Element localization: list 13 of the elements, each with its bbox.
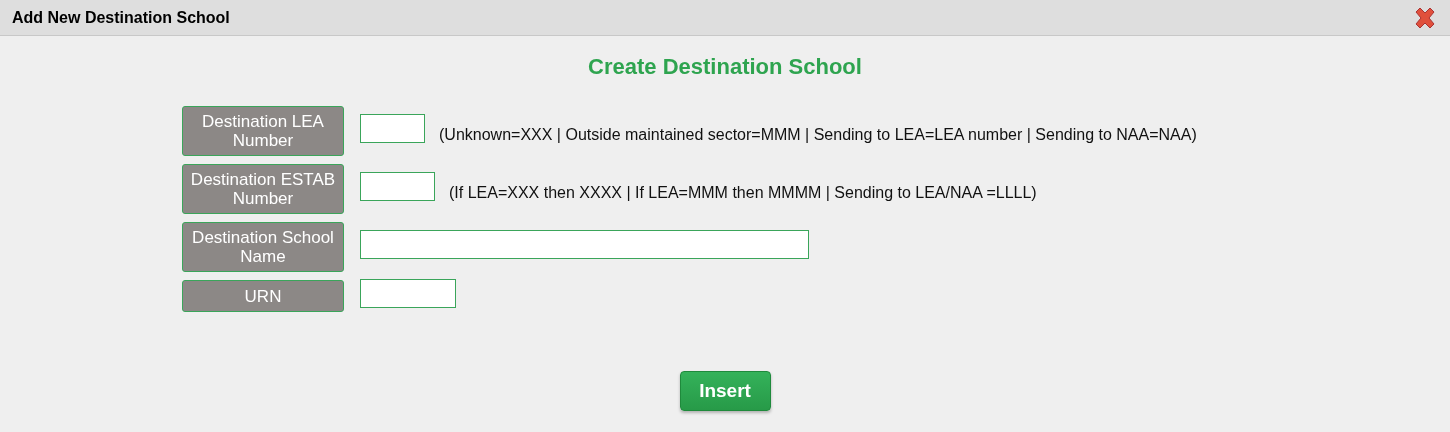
input-field[interactable] [360, 230, 809, 259]
field-label: Destination ESTAB Number [182, 164, 344, 214]
input-field[interactable] [360, 279, 456, 308]
field-label: Destination LEA Number [182, 106, 344, 156]
insert-button[interactable]: Insert [679, 371, 771, 411]
window-title: Add New Destination School [12, 8, 230, 27]
field-label: URN [182, 280, 344, 312]
input-field[interactable] [360, 172, 435, 201]
form-heading: Create Destination School [587, 54, 863, 80]
field-hint: (Unknown=XXX | Outside maintained sector=MMM | Sending to LEA=LEA number | Sending to NAA=NAA) [439, 126, 1197, 144]
field-label: Destination School Name [182, 222, 344, 272]
field-hint: (If LEA=XXX then XXXX | If LEA=MMM then MMMM | Sending to LEA/NAA =LLLL) [449, 184, 1037, 202]
input-field[interactable] [360, 114, 425, 143]
